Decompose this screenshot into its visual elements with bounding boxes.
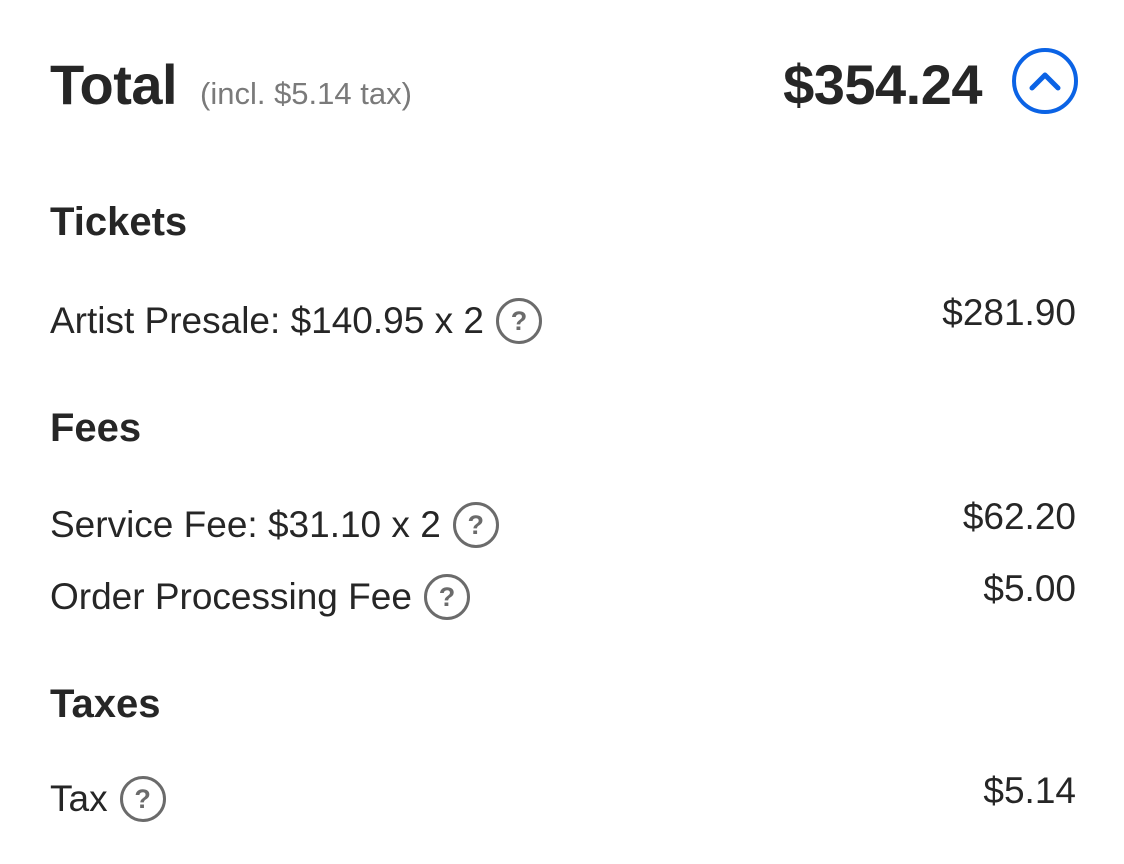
total-amount: $354.24 (783, 53, 982, 116)
taxes-heading: Taxes (50, 682, 161, 726)
line-item-label: Order Processing Fee ? (50, 574, 470, 620)
tickets-heading: Tickets (50, 200, 188, 244)
tax-amount: $5.14 (983, 770, 1076, 811)
line-item-order-processing-fee: Order Processing Fee ? $5.00 (50, 568, 1076, 626)
chevron-up-icon (1029, 72, 1061, 91)
line-item-service-fee: Service Fee: $31.10 x 2 ? $62.20 (50, 496, 1076, 554)
service-fee-label: Service Fee: $31.10 x 2 (50, 504, 441, 545)
line-item-label: Service Fee: $31.10 x 2 ? (50, 502, 499, 548)
fees-heading: Fees (50, 406, 142, 450)
help-icon[interactable]: ? (495, 298, 542, 344)
collapse-summary-button[interactable] (1012, 48, 1078, 114)
total-tax-note: (incl. $5.14 tax) (200, 76, 412, 111)
order-processing-fee-label: Order Processing Fee (50, 576, 412, 617)
line-item-label: Tax ? (50, 776, 166, 822)
total-row: Total (incl. $5.14 tax) $354.24 (50, 44, 1078, 124)
total-label: Total (50, 53, 178, 116)
line-item-artist-presale: Artist Presale: $140.95 x 2 ? $281.90 (50, 292, 1076, 350)
help-icon[interactable]: ? (423, 574, 470, 620)
help-icon[interactable]: ? (452, 502, 499, 548)
order-processing-fee-amount: $5.00 (983, 568, 1076, 609)
artist-presale-label: Artist Presale: $140.95 x 2 (50, 300, 484, 341)
line-item-label: Artist Presale: $140.95 x 2 ? (50, 298, 542, 344)
artist-presale-amount: $281.90 (942, 292, 1076, 333)
service-fee-amount: $62.20 (962, 496, 1076, 537)
order-summary: Total (incl. $5.14 tax) $354.24 Tickets … (0, 0, 1124, 864)
line-item-tax: Tax ? $5.14 (50, 770, 1076, 828)
help-icon[interactable]: ? (119, 776, 166, 822)
tax-label: Tax (50, 778, 108, 819)
